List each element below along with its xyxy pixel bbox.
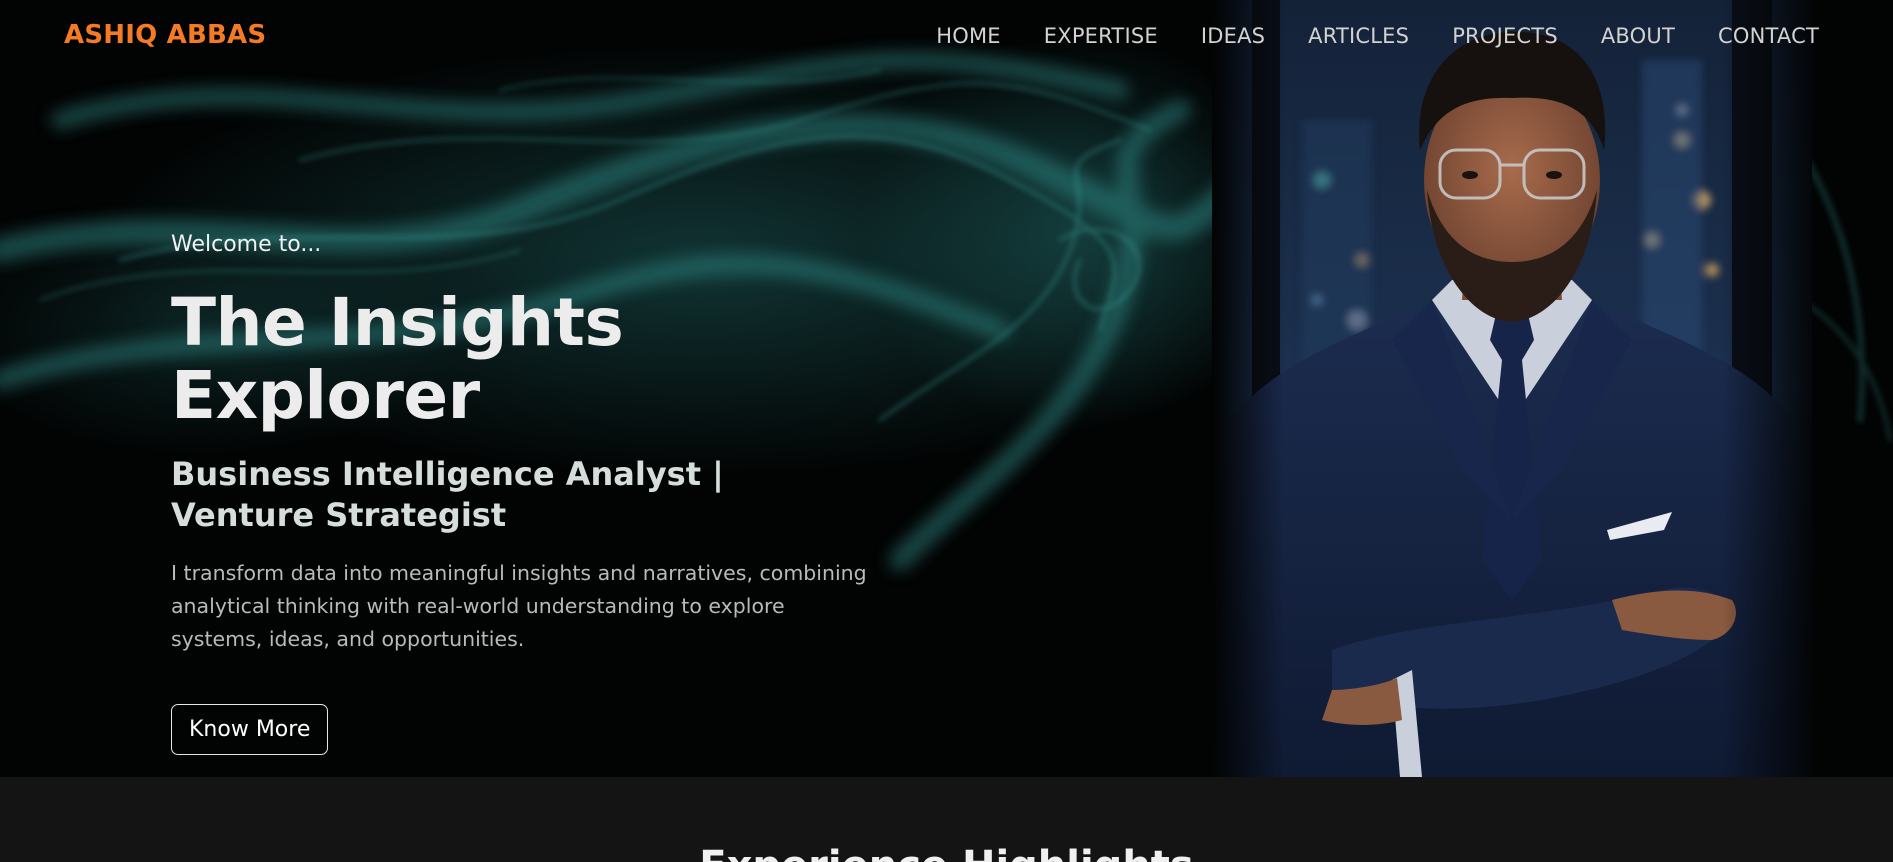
site-logo[interactable]: ASHIQ ABBAS xyxy=(64,20,266,50)
experience-highlights-section: Experience Highlights xyxy=(0,777,1893,862)
hero-description: I transform data into meaningful insight… xyxy=(171,561,867,652)
section-title: Experience Highlights xyxy=(0,843,1893,862)
know-more-button[interactable]: Know More xyxy=(171,703,329,755)
hero-subtitle: Business Intelligence Analyst | Venture … xyxy=(171,455,724,534)
nav-links: HOME EXPERTISE IDEAS ARTICLES PROJECTS A… xyxy=(893,24,1819,48)
hero-section: ASHIQ ABBAS HOME EXPERTISE IDEAS ARTICLE… xyxy=(0,0,1893,777)
portrait-image xyxy=(1212,0,1812,777)
nav-item-projects[interactable]: PROJECTS xyxy=(1452,24,1558,48)
hero-content: Welcome to... The Insights Explorer Busi… xyxy=(171,232,891,755)
page: ASHIQ ABBAS HOME EXPERTISE IDEAS ARTICLE… xyxy=(0,0,1893,862)
hero-title: The Insights Explorer xyxy=(171,284,624,434)
nav-item-expertise[interactable]: EXPERTISE xyxy=(1044,24,1158,48)
hero-welcome: Welcome to... xyxy=(171,232,322,257)
top-navigation: ASHIQ ABBAS HOME EXPERTISE IDEAS ARTICLE… xyxy=(0,0,1893,76)
nav-item-ideas[interactable]: IDEAS xyxy=(1201,24,1265,48)
nav-item-about[interactable]: ABOUT xyxy=(1601,24,1675,48)
nav-item-home[interactable]: HOME xyxy=(936,24,1001,48)
nav-item-contact[interactable]: CONTACT xyxy=(1718,24,1819,48)
nav-item-articles[interactable]: ARTICLES xyxy=(1308,24,1409,48)
